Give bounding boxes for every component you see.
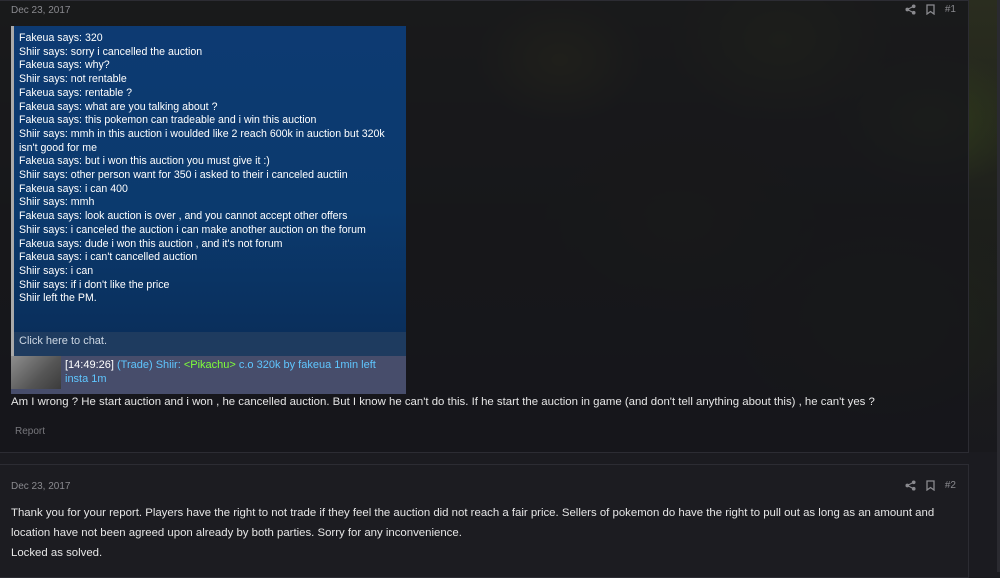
post-tools: #1 bbox=[905, 4, 956, 15]
bookmark-icon[interactable] bbox=[926, 4, 935, 15]
chat-line: Fakeua says: what are you talking about … bbox=[19, 100, 218, 113]
post-number[interactable]: #2 bbox=[945, 480, 956, 491]
post-number[interactable]: #1 bbox=[945, 4, 956, 15]
trade-message: [14:49:26] (Trade) Shiir: <Pikachu> c.o … bbox=[65, 358, 400, 386]
post-paragraph: Thank you for your report. Players have … bbox=[11, 507, 935, 539]
chat-line: Shiir says: not rentable bbox=[19, 73, 127, 86]
chat-line: Shiir says: mmh bbox=[19, 196, 95, 209]
trade-prefix: (Trade) Shiir: bbox=[117, 359, 184, 371]
chat-line: Fakeua says: look auction is over , and … bbox=[19, 210, 348, 223]
chat-line: Fakeua says: why? bbox=[19, 59, 110, 72]
chat-line: Fakeua says: dude i won this auction , a… bbox=[19, 237, 283, 250]
post-paragraph: Locked as solved. bbox=[11, 547, 103, 559]
chat-line: Shiir says: mmh in this auction i woulde… bbox=[19, 127, 385, 154]
share-icon[interactable] bbox=[905, 4, 916, 15]
post-date[interactable]: Dec 23, 2017 bbox=[11, 5, 71, 16]
chat-line: Shiir says: i canceled the auction i can… bbox=[19, 223, 366, 236]
chat-line: Fakeua says: but i won this auction you … bbox=[19, 155, 270, 168]
trade-time: [14:49:26] bbox=[65, 359, 114, 371]
post-body: Am I wrong ? He start auction and i won … bbox=[11, 396, 875, 408]
bookmark-icon[interactable] bbox=[926, 480, 935, 491]
post-date[interactable]: Dec 23, 2017 bbox=[11, 481, 71, 492]
chat-prompt: Click here to chat. bbox=[11, 332, 406, 356]
trade-pokemon: <Pikachu> bbox=[183, 359, 236, 371]
chat-line: Fakeua says: i can 400 bbox=[19, 182, 128, 195]
post-2: Dec 23, 2017 #2 Thank you for your repor… bbox=[0, 464, 969, 578]
player-thumbnail bbox=[11, 356, 61, 389]
post-1: Dec 23, 2017 #1 Fakeua says: 320 Shiir sa… bbox=[0, 0, 969, 453]
report-link[interactable]: Report bbox=[15, 426, 45, 437]
chat-log: Fakeua says: 320 Shiir says: sorry i canc… bbox=[11, 26, 406, 332]
chat-line: Shiir says: sorry i cancelled the auctio… bbox=[19, 45, 203, 58]
chat-line: Fakeua says: i can't cancelled auction bbox=[19, 251, 198, 264]
chat-line: Fakeua says: this pokemon can tradeable … bbox=[19, 114, 317, 127]
post-tools: #2 bbox=[905, 480, 956, 491]
post-body: Thank you for your report. Players have … bbox=[11, 503, 951, 563]
game-screenshot: Fakeua says: 320 Shiir says: sorry i canc… bbox=[11, 26, 406, 394]
chat-line: Shiir says: other person want for 350 i … bbox=[19, 169, 348, 182]
chat-line: Fakeua says: rentable ? bbox=[19, 86, 133, 99]
chat-line: Shiir says: if i don't like the price bbox=[19, 278, 170, 291]
chat-line: Shiir says: i can bbox=[19, 264, 94, 277]
chat-line: Fakeua says: 320 bbox=[19, 32, 103, 44]
chat-line: Shiir left the PM. bbox=[19, 292, 97, 305]
trade-message-bar: [14:49:26] (Trade) Shiir: <Pikachu> c.o … bbox=[11, 356, 406, 394]
share-icon[interactable] bbox=[905, 480, 916, 491]
